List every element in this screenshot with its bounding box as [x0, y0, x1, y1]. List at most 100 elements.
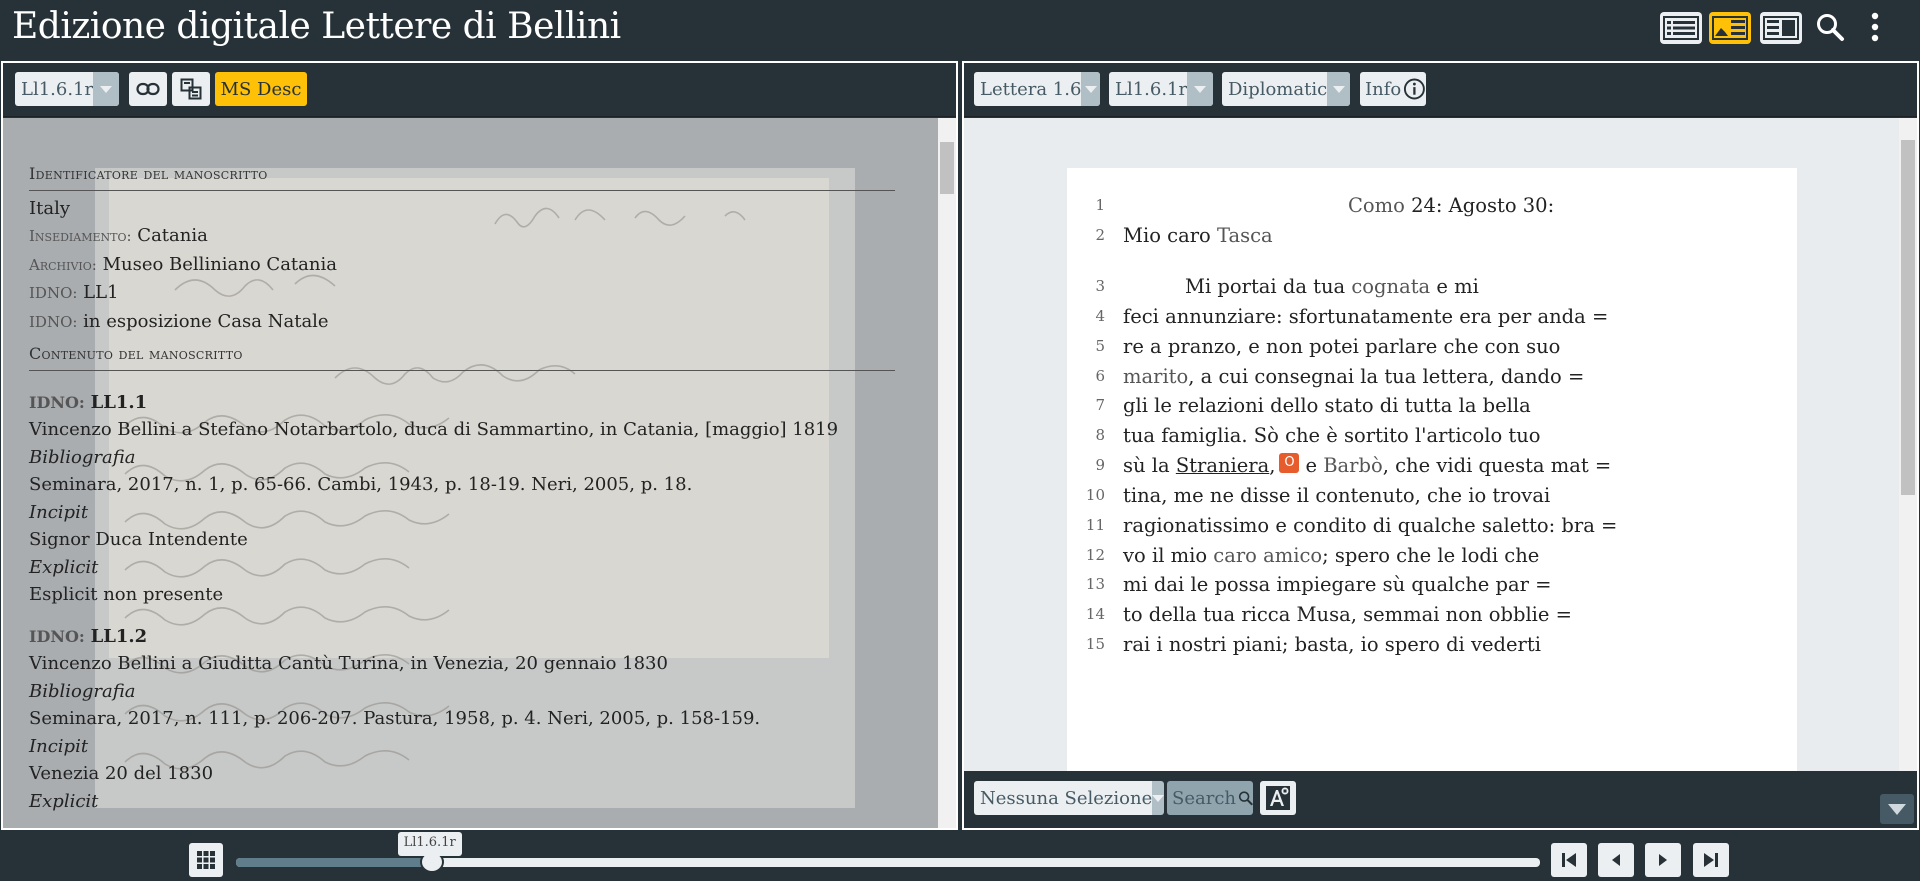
- text-scrollbar[interactable]: [1899, 118, 1917, 771]
- identifier-section-title: Identificatore del manoscritto: [29, 160, 895, 191]
- app-title: Edizione digitale Lettere di Bellini: [12, 6, 621, 47]
- search-text-button[interactable]: Search: [1167, 781, 1253, 815]
- app-root: Edizione digitale Lettere di Bellini Ll1…: [0, 0, 1920, 881]
- text-text-mode-button[interactable]: [1760, 12, 1802, 44]
- scrollbar-thumb[interactable]: [940, 142, 954, 194]
- search-button[interactable]: [1812, 10, 1848, 44]
- toggle-views-button[interactable]: [172, 72, 210, 106]
- previous-page-button[interactable]: [1598, 843, 1634, 877]
- bibliography-label: Bibliografia: [29, 680, 136, 702]
- line-text: tua famiglia. Sò che è sortito l'articol…: [1123, 424, 1541, 447]
- search-icon: [1817, 14, 1844, 41]
- line-number: 10: [1085, 486, 1105, 504]
- repository-label: Archivio:: [29, 255, 97, 274]
- text-line: 4 feci annunziare: sfortunatamente era pe…: [1067, 301, 1797, 331]
- filter-select-value: Nessuna Selezione: [980, 787, 1153, 809]
- line-text: marito, a cui consegnai la tua lettera, …: [1123, 365, 1584, 388]
- menu-button[interactable]: [1860, 10, 1890, 44]
- image-image-mode-icon: [1712, 16, 1748, 40]
- info-button[interactable]: Info: [1360, 72, 1426, 106]
- image-panel-toolbar: Ll1.6.1r MS Desc: [3, 63, 956, 117]
- text-segment: e: [1305, 454, 1324, 477]
- msdesc-scrollbar[interactable]: [938, 118, 956, 828]
- image-text-mode-icon: [1663, 16, 1699, 40]
- line-text: Como 24: Agosto 30:: [1348, 194, 1554, 217]
- line-text: sù la Straniera, Oe Barbò, che vidi quest…: [1123, 453, 1611, 477]
- collapse-toolbar-button[interactable]: [1880, 794, 1914, 824]
- text-line: 12 vo il mio caro amico; spero che le lod…: [1067, 540, 1797, 570]
- critical-note-badge[interactable]: O: [1279, 453, 1300, 473]
- line-text: rai i nostri piani; basta, io spero di v…: [1123, 633, 1541, 656]
- item-idno-label: IDNO:: [29, 392, 85, 412]
- text-line: 6 marito, a cui consegnai la tua lettera,…: [1067, 361, 1797, 391]
- kebab-menu-icon: [1871, 12, 1879, 42]
- last-page-button[interactable]: [1693, 843, 1729, 877]
- settlement-row: Insediamento: Catania: [29, 222, 895, 251]
- text-segment: rai i nostri piani; basta, io spero di v…: [1123, 632, 1541, 656]
- line-text: ragionatissimo e condito di qualche sale…: [1123, 514, 1617, 537]
- text-segment: 24: Agosto 30:: [1404, 193, 1555, 217]
- chevron-down-icon: [1327, 72, 1350, 106]
- page-select[interactable]: Ll1.6.1r: [1109, 72, 1213, 106]
- idno-row: IDNO: LL1: [29, 279, 895, 308]
- font-size-icon: [1266, 786, 1290, 810]
- text-line: 9 sù la Straniera, Oe Barbò, che vidi ques…: [1067, 450, 1797, 480]
- settlement-value: Catania: [137, 225, 208, 246]
- line-number: 3: [1095, 277, 1105, 295]
- thumbnails-button[interactable]: [189, 843, 223, 877]
- person-entity[interactable]: cognata: [1351, 275, 1430, 298]
- contents-section-title: Contenuto del manoscritto: [29, 340, 895, 371]
- scrollbar-thumb[interactable]: [1901, 140, 1915, 495]
- bibliography-label: Bibliografia: [29, 446, 136, 468]
- page-select[interactable]: Ll1.6.1r: [15, 72, 119, 106]
- first-page-button[interactable]: [1551, 843, 1587, 877]
- place-entity[interactable]: Como: [1348, 194, 1405, 217]
- document-select[interactable]: Lettera 1.6: [974, 72, 1100, 106]
- line-text: vo il mio caro amico; spero che le lodi …: [1123, 544, 1539, 567]
- person-entity[interactable]: Tasca: [1217, 224, 1273, 247]
- image-text-view-button[interactable]: [1709, 12, 1751, 44]
- navigation-bar: Ll1.6.1r: [0, 831, 1920, 881]
- font-size-button[interactable]: [1260, 781, 1296, 815]
- next-page-button[interactable]: [1645, 843, 1681, 877]
- filter-select[interactable]: Nessuna Selezione: [974, 781, 1165, 815]
- image-viewer[interactable]: Identificatore del manoscritto Italy Ins…: [3, 118, 941, 828]
- idno-row: IDNO: in esposizione Casa Natale: [29, 308, 895, 337]
- text-segment: sù la: [1123, 454, 1176, 477]
- line-number: 8: [1095, 426, 1105, 444]
- incipit: Signor Duca Intendente: [29, 529, 248, 550]
- text-segment: vo il mio: [1123, 543, 1214, 567]
- search-icon: [1238, 791, 1253, 806]
- edition-level-select[interactable]: Diplomatic: [1222, 72, 1350, 106]
- ms-desc-button[interactable]: MS Desc: [215, 72, 307, 106]
- line-text: Mi portai da tua cognata e mi: [1185, 275, 1479, 298]
- next-page-icon: [1659, 854, 1667, 866]
- page-select-value: Ll1.6.1r: [1115, 78, 1188, 100]
- line-number: 14: [1085, 605, 1105, 623]
- item-title: Vincenzo Bellini a Stefano Notarbartolo,…: [29, 419, 839, 440]
- text-text-mode-icon: [1763, 16, 1799, 40]
- chevron-down-icon: [1152, 781, 1165, 815]
- person-entity[interactable]: Barbò: [1323, 454, 1383, 477]
- text-line: 10 tina, me ne disse il contenuto, che io…: [1067, 480, 1797, 510]
- bibliography: Seminara, 2017, n. 111, p. 206-207. Past…: [29, 708, 761, 729]
- text-line: 15 rai i nostri piani; basta, io spero di…: [1067, 629, 1797, 659]
- line-number: 11: [1085, 516, 1105, 534]
- line-number: 7: [1095, 396, 1105, 414]
- text-line: 3 Mi portai da tua cognata e mi: [1067, 271, 1797, 301]
- underlined-text[interactable]: Straniera: [1176, 454, 1269, 477]
- image-text-mode-button[interactable]: [1660, 12, 1702, 44]
- line-text: to della tua ricca Musa, semmai non obbl…: [1123, 603, 1572, 626]
- person-entity[interactable]: marito: [1123, 365, 1188, 388]
- line-text: mi dai le possa impiegare sù qualche par…: [1123, 573, 1552, 596]
- info-label: Info: [1365, 78, 1402, 100]
- text-segment: to della tua ricca Musa, semmai non obbl…: [1123, 602, 1572, 626]
- text-segment: tua famiglia. Sò che è sortito l'articol…: [1123, 423, 1541, 447]
- last-page-icon: [1704, 853, 1718, 867]
- text-viewer: 1 Como 24: Agosto 30: 2 Mio caro Tasca 3 Mi p…: [964, 118, 1900, 771]
- text-segment: re a pranzo, e non potei parlare che con…: [1123, 334, 1561, 358]
- idno-label: IDNO:: [29, 312, 78, 331]
- text-segment: Mio caro: [1123, 223, 1217, 247]
- link-button[interactable]: [129, 72, 167, 106]
- person-entity[interactable]: caro amico: [1213, 544, 1322, 567]
